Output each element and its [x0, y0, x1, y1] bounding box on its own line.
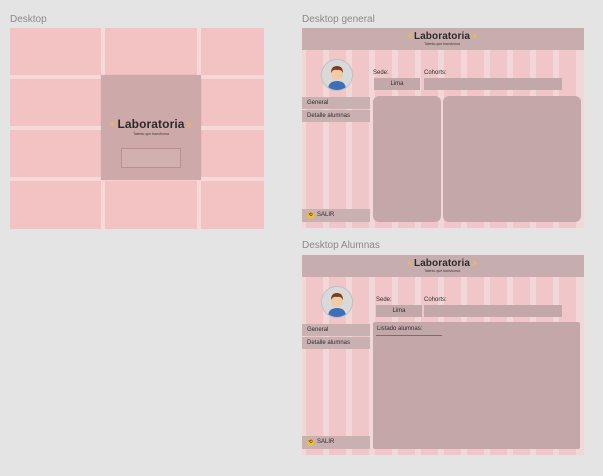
cohorts-label: Cohorts: — [424, 297, 447, 303]
logo-wordmark: Laboratoria — [413, 258, 471, 269]
logout-button[interactable]: ⟲ SALIR — [302, 436, 370, 449]
sede-select[interactable]: Lima — [376, 305, 422, 317]
logo-wordmark: Laboratoria — [413, 31, 471, 42]
cohorts-select[interactable] — [424, 305, 562, 317]
menu-item-detalle-alumnas[interactable]: Detalle alumnas — [302, 337, 370, 349]
frame-title-desktop: Desktop — [10, 14, 47, 25]
bracket-right-icon: > — [472, 32, 477, 41]
layout-column — [329, 255, 346, 455]
content-panel-left — [373, 96, 441, 222]
student-list-label: Listado alumnas: — [377, 326, 423, 332]
bracket-left-icon: < — [407, 32, 412, 41]
logo-tagline: Talento que transforma — [424, 42, 460, 46]
layout-column — [329, 28, 346, 228]
desktop-artboard[interactable]: < Laboratoria > Talento que transforma — [10, 28, 264, 229]
bracket-left-icon: < — [407, 259, 412, 268]
logo-tagline: Talento que transforma — [424, 269, 460, 273]
student-list-panel — [373, 322, 580, 449]
logout-label: SALIR — [317, 212, 335, 218]
logo-wordmark: Laboratoria — [117, 117, 185, 131]
sede-label: Sede: — [373, 70, 389, 76]
logout-icon: ⟲ — [307, 439, 314, 446]
content-panel-right — [443, 96, 581, 222]
logout-icon: ⟲ — [307, 212, 314, 219]
logout-button[interactable]: ⟲ SALIR — [302, 209, 370, 222]
logout-label: SALIR — [317, 439, 335, 445]
user-avatar-icon[interactable] — [321, 59, 353, 91]
menu-item-detalle-alumnas[interactable]: Detalle alumnas — [302, 110, 370, 122]
login-input[interactable] — [121, 148, 181, 168]
cohorts-label: Cohorts: — [424, 70, 447, 76]
laboratoria-logo: < Laboratoria > Talento que transforma — [392, 31, 492, 46]
laboratoria-logo: < Laboratoria > Talento que transforma — [392, 258, 492, 273]
frame-title-alumnas: Desktop Alumnas — [302, 240, 380, 251]
menu-item-general[interactable]: General — [302, 324, 370, 336]
cohorts-select[interactable] — [424, 78, 562, 90]
user-avatar-icon[interactable] — [321, 286, 353, 318]
bracket-left-icon: < — [110, 119, 116, 129]
login-card: < Laboratoria > Talento que transforma — [101, 75, 201, 180]
menu-item-general[interactable]: General — [302, 97, 370, 109]
sede-select[interactable]: Lima — [374, 78, 420, 90]
bracket-right-icon: > — [472, 259, 477, 268]
sede-label: Sede: — [376, 297, 392, 303]
laboratoria-logo: < Laboratoria > Talento que transforma — [101, 117, 201, 136]
layout-column — [306, 255, 323, 455]
layout-column — [306, 28, 323, 228]
general-artboard[interactable]: < Laboratoria > Talento que transforma G… — [302, 28, 584, 228]
frame-title-general: Desktop general — [302, 14, 375, 25]
layout-column — [352, 28, 369, 228]
student-list-underline — [376, 335, 442, 336]
alumnas-artboard[interactable]: < Laboratoria > Talento que transforma G… — [302, 255, 584, 455]
layout-column — [352, 255, 369, 455]
logo-tagline: Talento que transforma — [133, 132, 169, 136]
bracket-right-icon: > — [186, 119, 192, 129]
